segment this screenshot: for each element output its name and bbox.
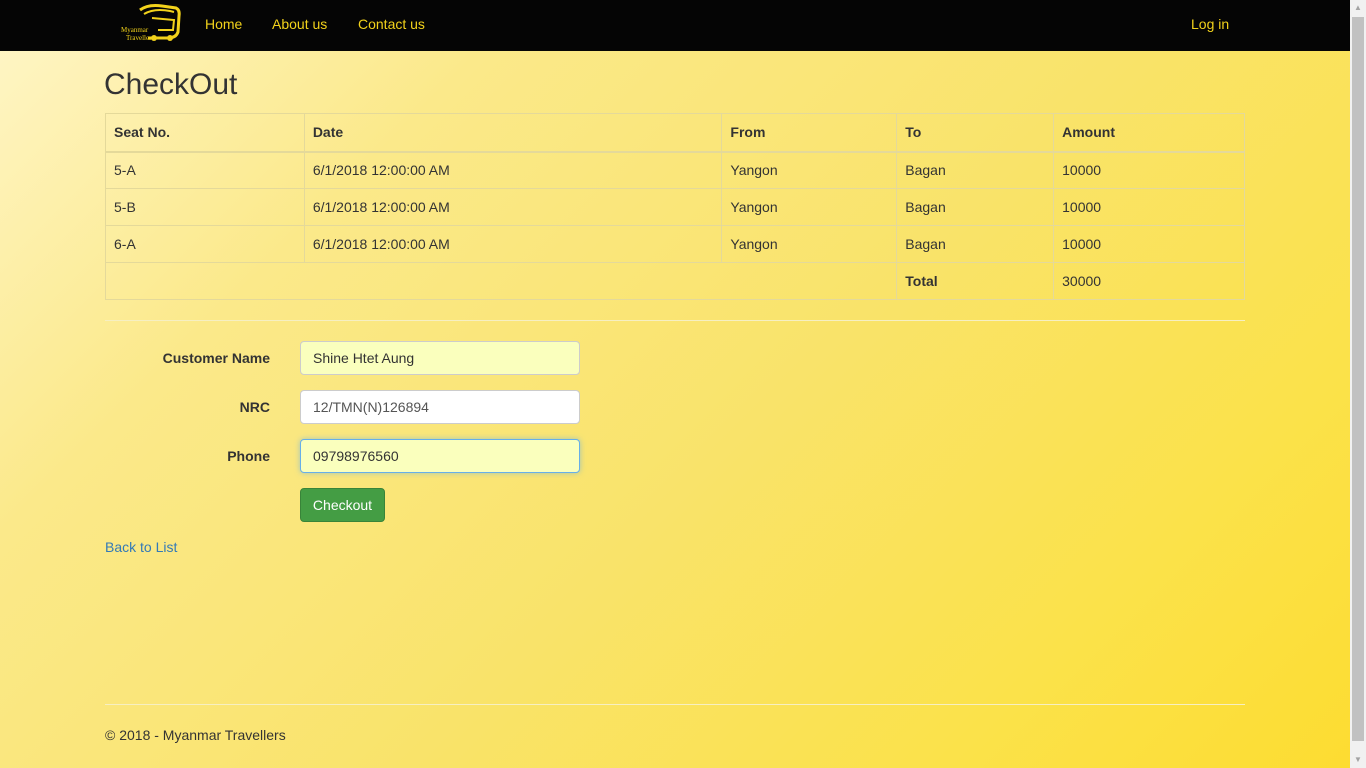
cell-to: Bagan <box>896 188 1055 226</box>
vertical-scrollbar[interactable]: ▲ ▼ <box>1350 0 1366 768</box>
cell-from: Yangon <box>721 225 898 263</box>
customer-name-label: Customer Name <box>162 350 270 366</box>
page-title: CheckOut <box>104 68 238 101</box>
scroll-thumb[interactable] <box>1352 17 1364 741</box>
bus-logo-icon[interactable]: Myanmar Travellers <box>118 2 182 46</box>
nrc-label: NRC <box>239 399 270 415</box>
header-date: Date <box>303 113 723 153</box>
header-from: From <box>721 113 898 153</box>
scroll-down-icon[interactable]: ▼ <box>1350 752 1366 768</box>
nrc-input[interactable] <box>300 390 580 424</box>
cell-amount: 10000 <box>1053 151 1245 189</box>
header-seat-no: Seat No. <box>105 113 305 153</box>
table-header-row: Seat No. Date From To Amount <box>105 113 1245 153</box>
customer-name-input[interactable] <box>300 341 580 375</box>
cell-seat: 6-A <box>105 225 305 263</box>
table-row: 6-A 6/1/2018 12:00:00 AM Yangon Bagan 10… <box>105 225 1245 263</box>
cell-from: Yangon <box>721 188 898 226</box>
total-label: Total <box>896 262 1055 300</box>
back-to-list-link[interactable]: Back to List <box>105 539 177 555</box>
total-spacer <box>104 262 898 300</box>
cell-date: 6/1/2018 12:00:00 AM <box>303 225 723 263</box>
scroll-up-icon[interactable]: ▲ <box>1350 0 1366 16</box>
header-to: To <box>896 113 1055 153</box>
divider <box>105 320 1245 321</box>
table-row: 5-A 6/1/2018 12:00:00 AM Yangon Bagan 10… <box>105 151 1245 189</box>
checkout-button[interactable]: Checkout <box>300 488 385 522</box>
svg-text:Travellers: Travellers <box>126 34 154 42</box>
nav-contact-us[interactable]: Contact us <box>358 16 425 32</box>
phone-input[interactable] <box>300 439 580 473</box>
cell-to: Bagan <box>896 151 1055 189</box>
header-amount: Amount <box>1053 113 1245 153</box>
nav-about-us[interactable]: About us <box>272 16 327 32</box>
cell-seat: 5-B <box>105 188 305 226</box>
footer-divider <box>105 704 1245 705</box>
total-row: Total 30000 <box>104 262 1245 300</box>
total-value: 30000 <box>1053 262 1245 300</box>
table-row: 5-B 6/1/2018 12:00:00 AM Yangon Bagan 10… <box>105 188 1245 226</box>
cell-seat: 5-A <box>105 151 305 189</box>
phone-label: Phone <box>227 448 270 464</box>
svg-text:Myanmar: Myanmar <box>121 26 149 34</box>
footer-copyright: © 2018 - Myanmar Travellers <box>105 727 286 743</box>
cell-amount: 10000 <box>1053 188 1245 226</box>
cell-from: Yangon <box>721 151 898 189</box>
cell-date: 6/1/2018 12:00:00 AM <box>303 188 723 226</box>
nav-login[interactable]: Log in <box>1191 16 1229 32</box>
cell-to: Bagan <box>896 225 1055 263</box>
cell-amount: 10000 <box>1053 225 1245 263</box>
nav-home[interactable]: Home <box>205 16 242 32</box>
checkout-table: Seat No. Date From To Amount 5-A 6/1/201… <box>104 113 1245 300</box>
cell-date: 6/1/2018 12:00:00 AM <box>303 151 723 189</box>
top-navbar: Myanmar Travellers Home About us Contact… <box>0 0 1350 51</box>
